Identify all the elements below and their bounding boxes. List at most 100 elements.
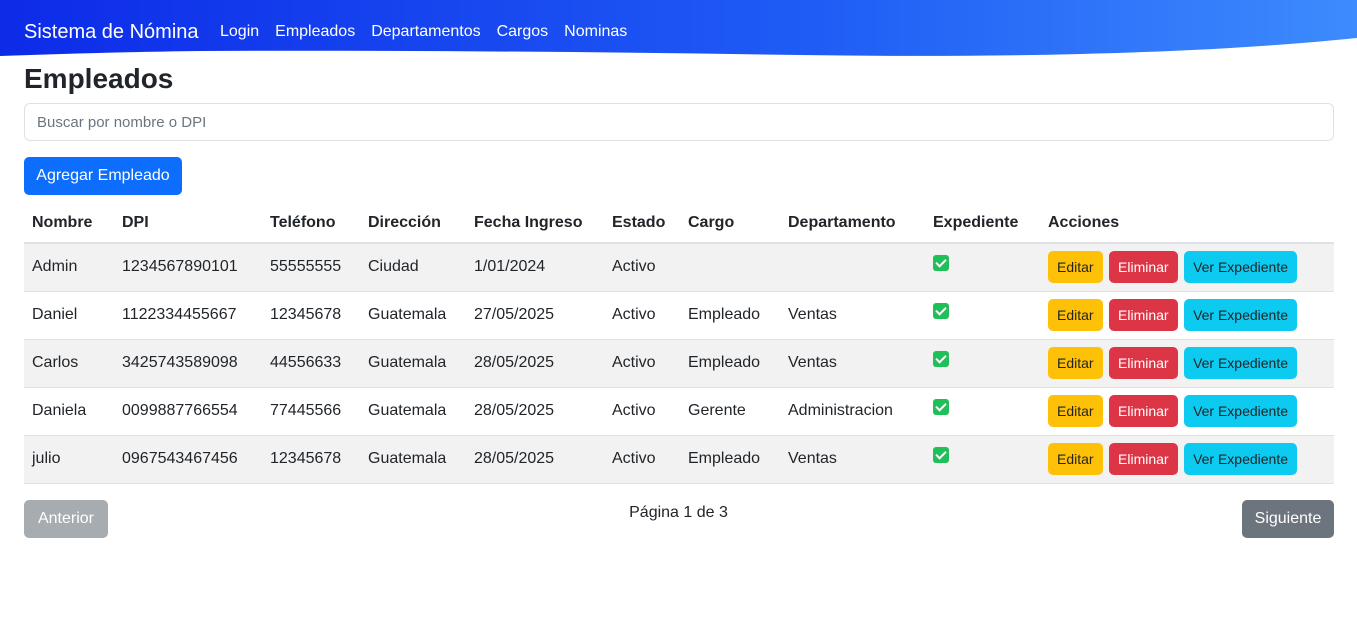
cell-expediente: [925, 291, 1040, 340]
add-employee-button[interactable]: Agregar Empleado: [24, 157, 182, 195]
view-expediente-button[interactable]: Ver Expediente: [1184, 299, 1298, 331]
header-fecha-ingreso: Fecha Ingreso: [466, 204, 604, 244]
nav-link-empleados[interactable]: Empleados: [275, 21, 355, 43]
header-estado: Estado: [604, 204, 680, 244]
edit-button[interactable]: Editar: [1048, 251, 1103, 284]
cell-direccion: Guatemala: [360, 435, 466, 484]
view-expediente-button[interactable]: Ver Expediente: [1184, 395, 1298, 427]
edit-button[interactable]: Editar: [1048, 299, 1103, 331]
nav-link-login[interactable]: Login: [220, 21, 259, 43]
nav-link-cargos[interactable]: Cargos: [497, 21, 549, 43]
navbar: Sistema de Nómina Login Empleados Depart…: [0, 0, 1357, 66]
header-direccion: Dirección: [360, 204, 466, 244]
cell-direccion: Ciudad: [360, 243, 466, 292]
search-input[interactable]: [24, 103, 1334, 141]
cell-dpi: 1234567890101: [114, 243, 262, 292]
nav-link-nominas[interactable]: Nominas: [564, 21, 627, 43]
cell-telefono: 77445566: [262, 387, 360, 436]
cell-fecha: 28/05/2025: [466, 339, 604, 388]
checkbox-checked-icon: [933, 446, 949, 463]
table-header-row: Nombre DPI Teléfono Dirección Fecha Ingr…: [24, 204, 1334, 244]
cell-cargo: [680, 243, 780, 292]
cell-acciones: Editar Eliminar Ver Expediente: [1040, 435, 1334, 484]
cell-nombre: julio: [24, 435, 114, 484]
navbar-background: [0, 0, 1357, 56]
cell-cargo: Gerente: [680, 387, 780, 436]
cell-fecha: 27/05/2025: [466, 291, 604, 340]
nav-links: Login Empleados Departamentos Cargos Nom…: [220, 21, 627, 43]
cell-nombre: Daniel: [24, 291, 114, 340]
cell-cargo: Empleado: [680, 291, 780, 340]
cell-acciones: Editar Eliminar Ver Expediente: [1040, 291, 1334, 340]
cell-expediente: [925, 339, 1040, 388]
table-row: Carlos 3425743589098 44556633 Guatemala …: [24, 339, 1334, 388]
cell-dpi: 1122334455667: [114, 291, 262, 340]
cell-estado: Activo: [604, 291, 680, 340]
page-indicator: Página 1 de 3: [629, 504, 728, 521]
header-acciones: Acciones: [1040, 204, 1334, 244]
cell-dpi: 0967543467456: [114, 435, 262, 484]
cell-acciones: Editar Eliminar Ver Expediente: [1040, 243, 1334, 292]
table-row: Daniel 1122334455667 12345678 Guatemala …: [24, 291, 1334, 340]
checkbox-checked-icon: [933, 398, 949, 415]
table-row: Admin 1234567890101 55555555 Ciudad 1/01…: [24, 243, 1334, 292]
cell-estado: Activo: [604, 435, 680, 484]
delete-button[interactable]: Eliminar: [1109, 443, 1178, 475]
cell-fecha: 1/01/2024: [466, 243, 604, 292]
cell-departamento: Ventas: [780, 291, 925, 340]
cell-expediente: [925, 435, 1040, 484]
edit-button[interactable]: Editar: [1048, 347, 1103, 379]
header-telefono: Teléfono: [262, 204, 360, 244]
cell-fecha: 28/05/2025: [466, 387, 604, 436]
cell-telefono: 12345678: [262, 435, 360, 484]
view-expediente-button[interactable]: Ver Expediente: [1184, 443, 1298, 475]
delete-button[interactable]: Eliminar: [1109, 299, 1178, 331]
cell-dpi: 3425743589098: [114, 339, 262, 388]
table-row: julio 0967543467456 12345678 Guatemala 2…: [24, 435, 1334, 484]
cell-dpi: 0099887766554: [114, 387, 262, 436]
checkbox-checked-icon: [933, 302, 949, 319]
cell-nombre: Daniela: [24, 387, 114, 436]
cell-direccion: Guatemala: [360, 387, 466, 436]
cell-departamento: Ventas: [780, 435, 925, 484]
cell-direccion: Guatemala: [360, 339, 466, 388]
cell-departamento: Ventas: [780, 339, 925, 388]
delete-button[interactable]: Eliminar: [1109, 251, 1178, 284]
checkbox-checked-icon: [933, 254, 949, 271]
delete-button[interactable]: Eliminar: [1109, 347, 1178, 379]
header-cargo: Cargo: [680, 204, 780, 244]
cell-telefono: 55555555: [262, 243, 360, 292]
header-nombre: Nombre: [24, 204, 114, 244]
view-expediente-button[interactable]: Ver Expediente: [1184, 251, 1298, 284]
header-expediente: Expediente: [925, 204, 1040, 244]
view-expediente-button[interactable]: Ver Expediente: [1184, 347, 1298, 379]
cell-cargo: Empleado: [680, 435, 780, 484]
delete-button[interactable]: Eliminar: [1109, 395, 1178, 427]
checkbox-checked-icon: [933, 350, 949, 367]
header-departamento: Departamento: [780, 204, 925, 244]
cell-departamento: [780, 243, 925, 292]
header-dpi: DPI: [114, 204, 262, 244]
brand-title[interactable]: Sistema de Nómina: [24, 19, 199, 45]
table-row: Daniela 0099887766554 77445566 Guatemala…: [24, 387, 1334, 436]
next-page-button[interactable]: Siguiente: [1242, 500, 1334, 538]
cell-estado: Activo: [604, 387, 680, 436]
employees-table: Nombre DPI Teléfono Dirección Fecha Ingr…: [24, 204, 1334, 484]
cell-nombre: Admin: [24, 243, 114, 292]
cell-estado: Activo: [604, 243, 680, 292]
cell-acciones: Editar Eliminar Ver Expediente: [1040, 387, 1334, 436]
cell-cargo: Empleado: [680, 339, 780, 388]
edit-button[interactable]: Editar: [1048, 443, 1103, 475]
cell-departamento: Administracion: [780, 387, 925, 436]
cell-telefono: 12345678: [262, 291, 360, 340]
cell-expediente: [925, 387, 1040, 436]
cell-estado: Activo: [604, 339, 680, 388]
nav-link-departamentos[interactable]: Departamentos: [371, 21, 480, 43]
cell-telefono: 44556633: [262, 339, 360, 388]
cell-nombre: Carlos: [24, 339, 114, 388]
cell-fecha: 28/05/2025: [466, 435, 604, 484]
edit-button[interactable]: Editar: [1048, 395, 1103, 427]
cell-direccion: Guatemala: [360, 291, 466, 340]
cell-acciones: Editar Eliminar Ver Expediente: [1040, 339, 1334, 388]
page-title: Empleados: [24, 63, 174, 94]
